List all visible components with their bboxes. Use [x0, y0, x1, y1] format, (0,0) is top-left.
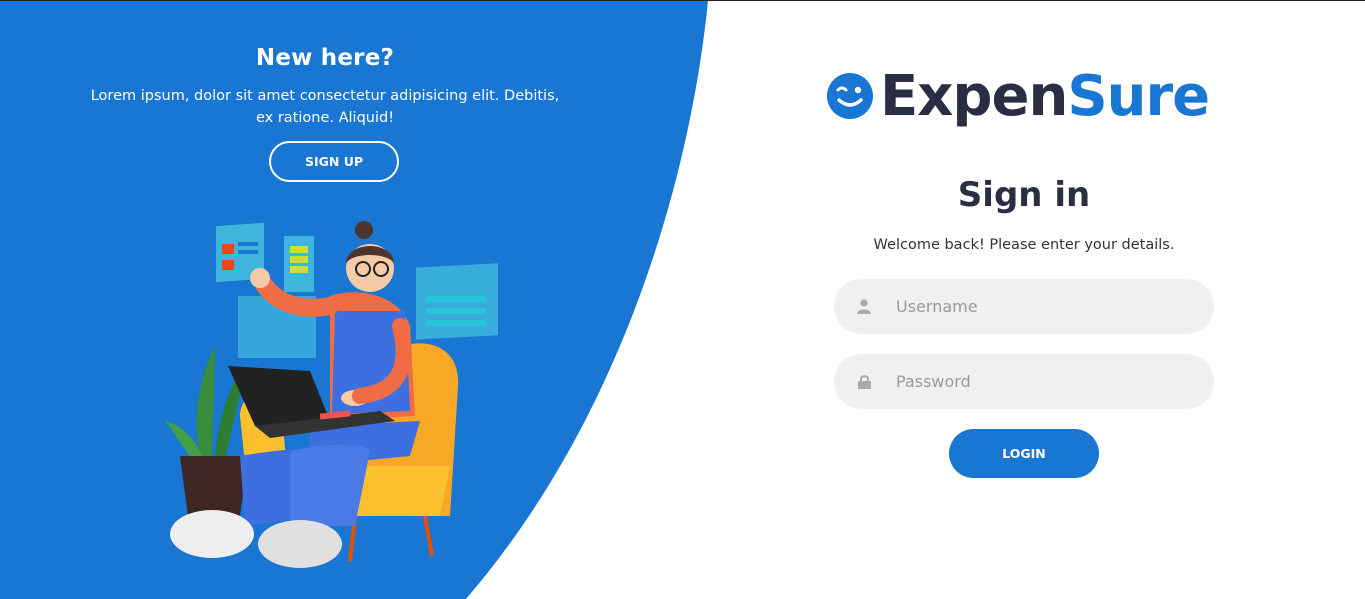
password-input[interactable]	[894, 371, 1188, 392]
panel-description: Lorem ipsum, dolor sit amet consectetur …	[90, 88, 560, 126]
sign-up-button[interactable]: SIGN UP	[269, 141, 399, 182]
login-page: New here? Lorem ipsum, dolor sit amet co…	[0, 0, 1365, 599]
username-input[interactable]	[894, 296, 1188, 317]
user-icon	[834, 299, 894, 314]
logo-text-dark: Expen	[880, 63, 1068, 129]
logo-text-blue: Sure	[1067, 63, 1210, 129]
person-with-laptop-illustration	[165, 221, 498, 568]
login-button[interactable]: LOGIN	[949, 429, 1099, 478]
logo-text: ExpenSure	[880, 63, 1210, 129]
password-field[interactable]	[834, 354, 1214, 409]
welcome-message: Welcome back! Please enter your details.	[873, 237, 1175, 253]
winking-smiley-icon	[827, 73, 873, 119]
username-field[interactable]	[834, 279, 1214, 334]
signin-title: Sign in	[957, 175, 1091, 215]
expensure-logo: ExpenSure	[826, 61, 1210, 131]
lock-icon	[834, 374, 894, 389]
panel-title: New here?	[255, 45, 395, 71]
